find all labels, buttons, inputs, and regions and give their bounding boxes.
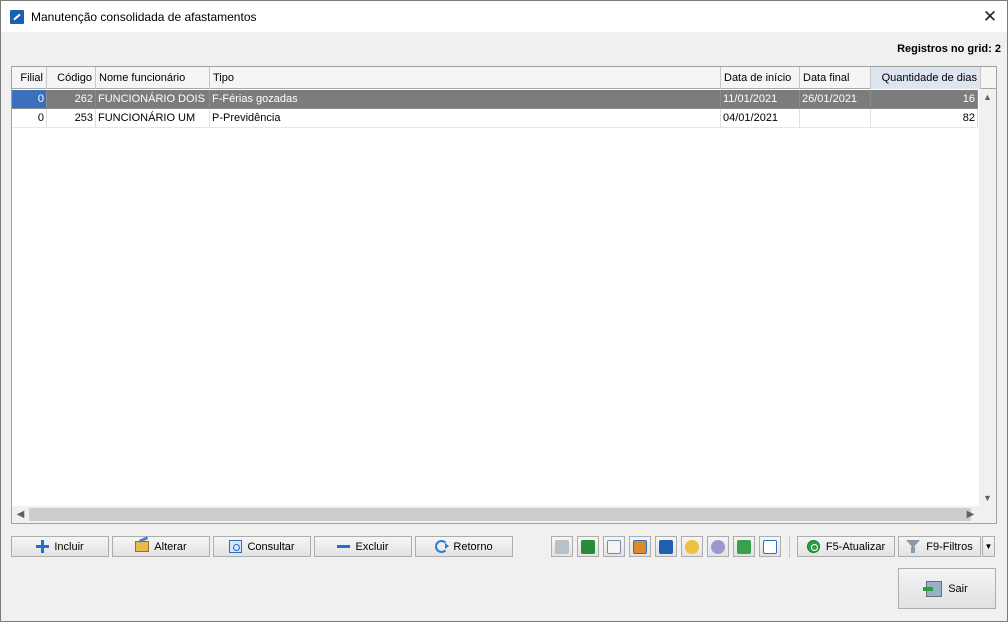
cell-data-final[interactable] <box>800 109 871 128</box>
records-count: Registros no grid: 2 <box>897 43 1001 55</box>
close-button[interactable]: ✕ <box>973 1 1007 32</box>
col-header-nome[interactable]: Nome funcionário <box>96 67 210 89</box>
cell-tipo[interactable]: F-Férias gozadas <box>210 90 721 109</box>
toolbar-separator <box>789 536 790 558</box>
col-header-tipo[interactable]: Tipo <box>210 67 721 89</box>
alterar-button[interactable]: Alterar <box>112 536 210 557</box>
filtros-dropdown-button[interactable]: ▼ <box>982 536 995 557</box>
cell-nome[interactable]: FUNCIONÁRIO UM <box>96 109 210 128</box>
excel-icon <box>581 539 595 554</box>
image-button[interactable] <box>629 536 651 557</box>
col-header-data-final[interactable]: Data final <box>800 67 871 89</box>
excluir-label: Excluir <box>355 540 389 553</box>
excel-button[interactable] <box>577 536 599 557</box>
filter-icon <box>906 540 921 553</box>
title-bar: Manutenção consolidada de afastamentos ✕ <box>1 1 1007 32</box>
image-icon <box>633 539 647 554</box>
exit-icon <box>923 580 943 597</box>
cell-quantidade-dias[interactable]: 82 <box>871 109 978 128</box>
retorno-label: Retorno <box>453 540 493 553</box>
return-icon <box>435 540 450 553</box>
excluir-button[interactable]: Excluir <box>314 536 412 557</box>
cell-data-inicio[interactable]: 11/01/2021 <box>721 90 800 109</box>
window-title: Manutenção consolidada de afastamentos <box>31 9 257 24</box>
cell-quantidade-dias[interactable]: 16 <box>871 90 978 109</box>
cell-data-inicio[interactable]: 04/01/2021 <box>721 109 800 128</box>
sair-button[interactable]: Sair <box>898 568 996 609</box>
alterar-label: Alterar <box>154 540 187 553</box>
cell-codigo[interactable]: 253 <box>47 109 96 128</box>
cell-nome[interactable]: FUNCIONÁRIO DOIS <box>96 90 210 109</box>
download-button[interactable] <box>733 536 755 557</box>
cell-codigo[interactable]: 262 <box>47 90 96 109</box>
download-icon <box>737 539 751 554</box>
filtros-button[interactable]: F9-Filtros <box>898 536 981 557</box>
scroll-down-icon[interactable]: ▼ <box>979 490 996 507</box>
cell-filial[interactable]: 0 <box>12 90 47 109</box>
table-row[interactable]: 0 253 FUNCIONÁRIO UM P-Previdência 04/01… <box>12 109 978 128</box>
checklist-button[interactable] <box>759 536 781 557</box>
col-header-data-inicio[interactable]: Data de início <box>721 67 800 89</box>
cell-filial[interactable]: 0 <box>12 109 47 128</box>
scroll-right-icon[interactable]: ▶ <box>962 506 979 523</box>
col-header-filial[interactable]: Filial <box>12 67 47 89</box>
consultar-button[interactable]: Consultar <box>213 536 311 557</box>
cell-tipo[interactable]: P-Previdência <box>210 109 721 128</box>
consultar-label: Consultar <box>247 540 295 553</box>
grid-header: Filial Código Nome funcionário Tipo Data… <box>12 67 996 89</box>
sort-button[interactable] <box>655 536 677 557</box>
glasses-icon <box>555 539 569 554</box>
gear-icon <box>711 539 725 554</box>
table-row[interactable]: 0 262 FUNCIONÁRIO DOIS F-Férias gozadas … <box>12 90 978 109</box>
vertical-scrollbar[interactable]: ▲ ▼ <box>979 89 996 507</box>
atualizar-label: F5-Atualizar <box>825 540 886 553</box>
edit-icon <box>135 541 150 552</box>
horizontal-scrollbar[interactable]: ◀ ▶ <box>12 506 996 523</box>
minus-icon <box>337 540 351 553</box>
col-header-quantidade-dias[interactable]: Quantidade de dias <box>871 67 981 89</box>
incluir-button[interactable]: Incluir <box>11 536 109 557</box>
scroll-left-icon[interactable]: ◀ <box>12 506 29 523</box>
scroll-up-icon[interactable]: ▲ <box>979 89 996 106</box>
main-window: Manutenção consolidada de afastamentos ✕… <box>0 0 1008 622</box>
gear-button[interactable] <box>707 536 729 557</box>
document-button[interactable] <box>603 536 625 557</box>
retorno-button[interactable]: Retorno <box>415 536 513 557</box>
document-icon <box>607 539 621 554</box>
incluir-label: Incluir <box>54 540 84 553</box>
app-logo-icon <box>10 9 24 24</box>
glasses-button[interactable] <box>551 536 573 557</box>
sort-icon <box>659 539 673 554</box>
filtros-label: F9-Filtros <box>926 540 973 553</box>
col-header-codigo[interactable]: Código <box>47 67 96 89</box>
plus-icon <box>36 540 50 553</box>
refresh-icon <box>806 540 820 553</box>
palette-icon <box>685 539 699 554</box>
checklist-icon <box>763 539 777 554</box>
sair-label: Sair <box>948 582 968 595</box>
horizontal-scroll-thumb[interactable] <box>29 508 971 521</box>
atualizar-button[interactable]: F5-Atualizar <box>797 536 895 557</box>
cell-data-final[interactable]: 26/01/2021 <box>800 90 871 109</box>
palette-button[interactable] <box>681 536 703 557</box>
data-grid[interactable]: Filial Código Nome funcionário Tipo Data… <box>11 66 997 524</box>
view-icon <box>229 540 243 553</box>
action-toolbar: Incluir Alterar Consultar Excluir Retorn… <box>11 536 997 558</box>
